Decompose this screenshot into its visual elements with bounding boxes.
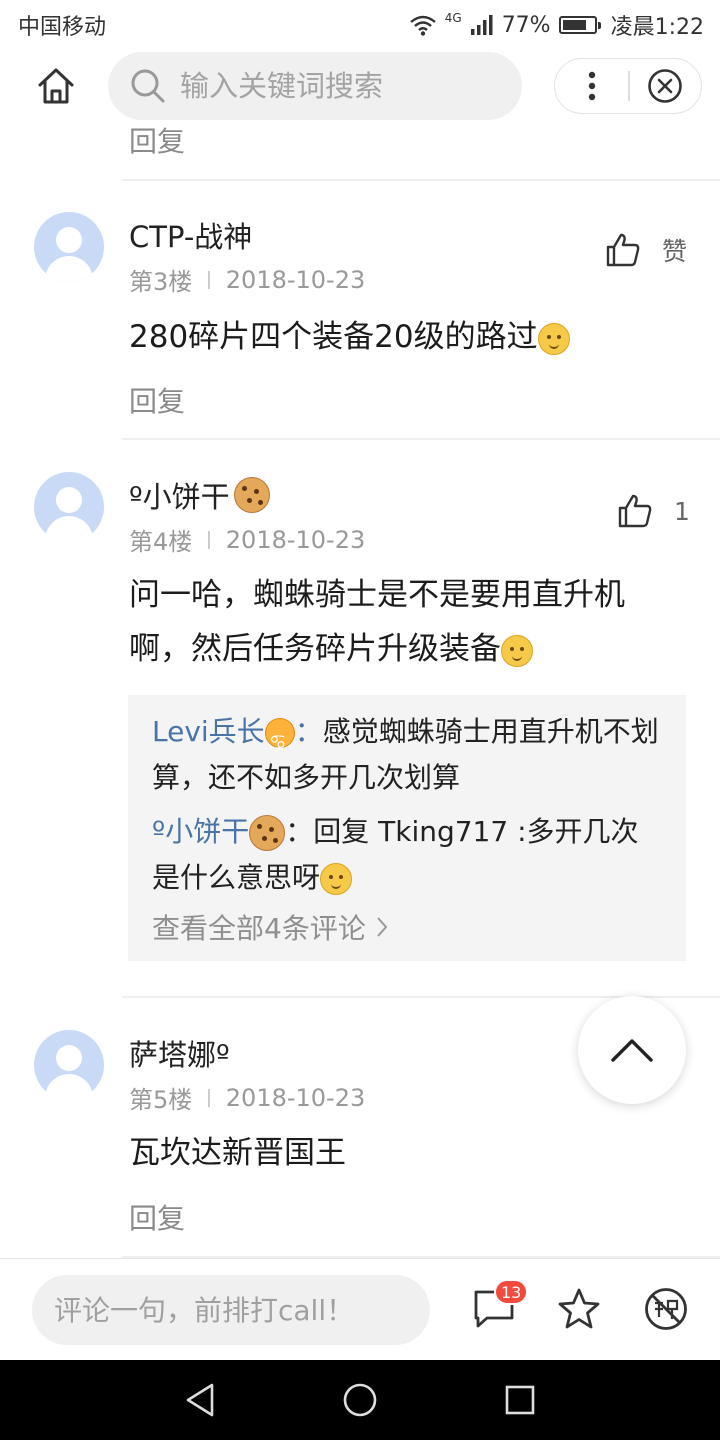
barrage-off-icon [645,1288,687,1330]
comment-input[interactable] [32,1275,430,1345]
username[interactable]: 萨塔娜º [129,1032,230,1074]
username[interactable]: CTP-战神 [129,214,252,256]
comment-body: 问一哈，蜘蛛骑士是不是要用直升机啊，然后任务碎片升级装备 [129,568,681,676]
carrier-label: 中国移动 [18,15,107,40]
sub-reply-author[interactable]: º小饼干 [152,815,249,848]
avatar-head [56,1045,82,1071]
battery-level [562,20,586,30]
battery-icon [558,16,601,34]
home-circle-icon [343,1383,377,1417]
reply-button[interactable]: 回复 [129,380,185,420]
meta-divider [208,1088,210,1107]
home-nav-button[interactable] [338,1378,382,1422]
chevron-up-icon [611,1039,653,1062]
sub-reply: º小饼干 ：回复 Tking717 :多开几次是什么意思呀 [152,809,662,901]
cookie-emoji-icon [233,477,270,513]
avatar[interactable] [34,212,104,282]
search-bar[interactable] [108,52,522,120]
sub-reply-box[interactable]: Levi兵长：感觉蜘蛛骑士用直升机不划算，还不如多开几次划算 º小饼干：回复 T… [128,695,686,961]
network-label: 4G [444,11,462,25]
comment-body: 280碎片四个装备20级的路过 [129,310,689,364]
cookie-emoji-icon [249,815,286,851]
like-label: 赞 [662,237,688,266]
floor-label: 第4楼 [129,528,193,556]
username-text: 萨塔娜º [129,1038,230,1072]
avatar[interactable] [34,472,104,542]
username[interactable]: º小饼干 [129,474,270,516]
close-icon [648,69,683,103]
battery-percent: 77% [501,12,551,38]
favorite-button[interactable] [555,1285,603,1333]
status-indicators: 4G 77% 凌晨1:22 [409,9,704,41]
comment-count-badge: 13 [494,1279,529,1305]
recents-square-icon [505,1385,535,1415]
sub-reply-sep: ： [294,715,323,748]
star-icon [558,1288,600,1329]
comment-text: 280碎片四个装备20级的路过 [129,319,538,355]
avatar-body [45,516,93,542]
smile-emoji-icon [537,322,570,355]
avatar-head [56,487,82,513]
view-all-replies-link[interactable]: 查看全部4条评论 [152,907,662,947]
divider [122,179,720,181]
reply-button[interactable]: 回复 [129,122,185,160]
comment-body: 瓦坎达新晋国王 [129,1126,689,1180]
search-icon [131,69,165,103]
cancer-sign-emoji-icon [264,718,295,765]
top-nav [0,50,720,122]
avatar-body [45,1074,93,1100]
avatar-head [56,227,82,253]
date-label: 2018-10-23 [225,1083,366,1112]
wifi-icon [409,15,436,36]
sub-reply: Levi兵长：感觉蜘蛛骑士用直升机不划算，还不如多开几次划算 [152,709,662,801]
scroll-to-top-button[interactable] [578,996,686,1104]
date-label: 2018-10-23 [225,265,366,294]
meta-divider [208,270,210,289]
search-input[interactable] [180,69,500,103]
bottom-bar: 13 [0,1258,720,1360]
comment-text: 问一哈，蜘蛛骑士是不是要用直升机啊，然后任务碎片升级装备 [129,577,625,667]
close-button[interactable] [630,58,701,114]
sub-reply-sep: ： [285,815,314,848]
more-icon [588,71,595,101]
pleading-emoji-icon [320,863,353,895]
home-button[interactable] [30,62,82,110]
home-icon [38,68,74,104]
meta-divider [208,530,210,549]
chevron-right-icon [377,917,388,937]
comment-meta: 第4楼 2018-10-23 [129,522,365,557]
reply-button[interactable]: 回复 [129,1197,185,1237]
like-count: 1 [674,496,690,526]
back-button[interactable] [178,1378,222,1422]
avatar-body [45,256,93,282]
username-text: CTP-战神 [129,220,253,254]
view-all-label: 查看全部4条评论 [152,912,366,945]
comment-text: 瓦坎达新晋国王 [129,1135,346,1171]
status-bar: 中国移动 4G 77% 凌晨1:22 [0,0,720,50]
back-triangle-icon [186,1383,214,1417]
like-button[interactable]: 赞 [606,232,687,268]
thumbs-up-icon [618,494,652,528]
like-button[interactable]: 1 [618,494,690,528]
avatar[interactable] [34,1030,104,1100]
system-nav-bar [0,1360,720,1440]
username-text: º小饼干 [129,480,230,514]
blush-emoji-icon [501,634,533,667]
date-label: 2018-10-23 [225,525,366,554]
divider [122,438,720,440]
floor-label: 第3楼 [129,268,193,296]
more-button[interactable] [555,58,628,114]
clock: 凌晨1:22 [610,15,704,40]
floor-label: 第5楼 [129,1086,193,1114]
comment-meta: 第3楼 2018-10-23 [129,262,365,297]
barrage-toggle-button[interactable] [642,1285,690,1333]
signal-icon [470,15,493,35]
thumbs-up-icon [606,233,640,267]
mini-program-capsule [554,58,702,114]
comment-meta: 第5楼 2018-10-23 [129,1080,365,1115]
recents-button[interactable] [498,1378,542,1422]
sub-reply-author[interactable]: Levi兵长 [152,715,265,748]
